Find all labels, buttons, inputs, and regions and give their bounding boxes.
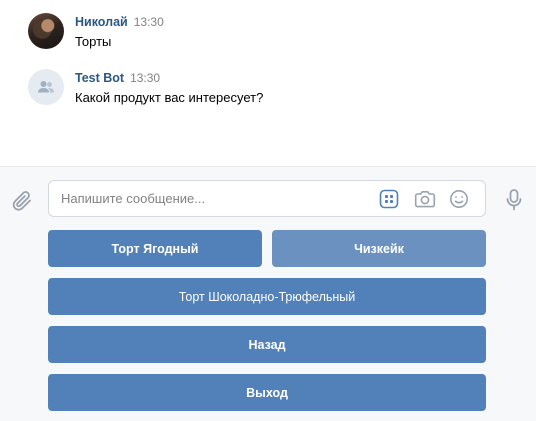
keyboard-toggle-button[interactable] [377,187,401,211]
message-time: 13:30 [130,71,161,85]
message-item: Николай 13:30 Торты [28,13,508,53]
composer: Торт Ягодный Чизкейк Торт Шоколадно-Трюф… [0,166,536,421]
camera-icon [414,191,436,208]
keyboard-button-back[interactable]: Назад [48,326,486,363]
message-input-box[interactable] [48,180,486,217]
message-time: 13:30 [133,15,164,29]
keyboard-button-exit[interactable]: Выход [48,374,486,411]
message-input[interactable] [61,181,361,216]
avatar[interactable] [28,69,64,105]
camera-button[interactable] [413,187,437,211]
keyboard-button-cheesecake[interactable]: Чизкейк [272,230,486,267]
keyboard-button-chocolate-truffle-cake[interactable]: Торт Шоколадно-Трюфельный [48,278,486,315]
message-header: Николай 13:30 [75,15,164,30]
attach-button[interactable] [8,187,36,215]
message-text: Торты [75,34,112,49]
keyboard-button-berry-cake[interactable]: Торт Ягодный [48,230,262,267]
smile-icon [450,190,468,208]
paperclip-icon [12,191,31,211]
emoji-button[interactable] [447,187,471,211]
voice-message-button[interactable] [500,186,528,214]
keyboard-icon [379,189,399,209]
group-icon [38,81,54,93]
message-text: Какой продукт вас интересует? [75,90,264,105]
message-item: Test Bot 13:30 Какой продукт вас интересу… [28,69,508,109]
microphone-icon [506,189,522,211]
avatar[interactable] [28,13,64,49]
message-history: Николай 13:30 Торты Test Bot 13:30 Какой п… [0,0,536,166]
message-header: Test Bot 13:30 [75,71,160,86]
message-author[interactable]: Test Bot [75,71,124,85]
message-author[interactable]: Николай [75,15,128,29]
